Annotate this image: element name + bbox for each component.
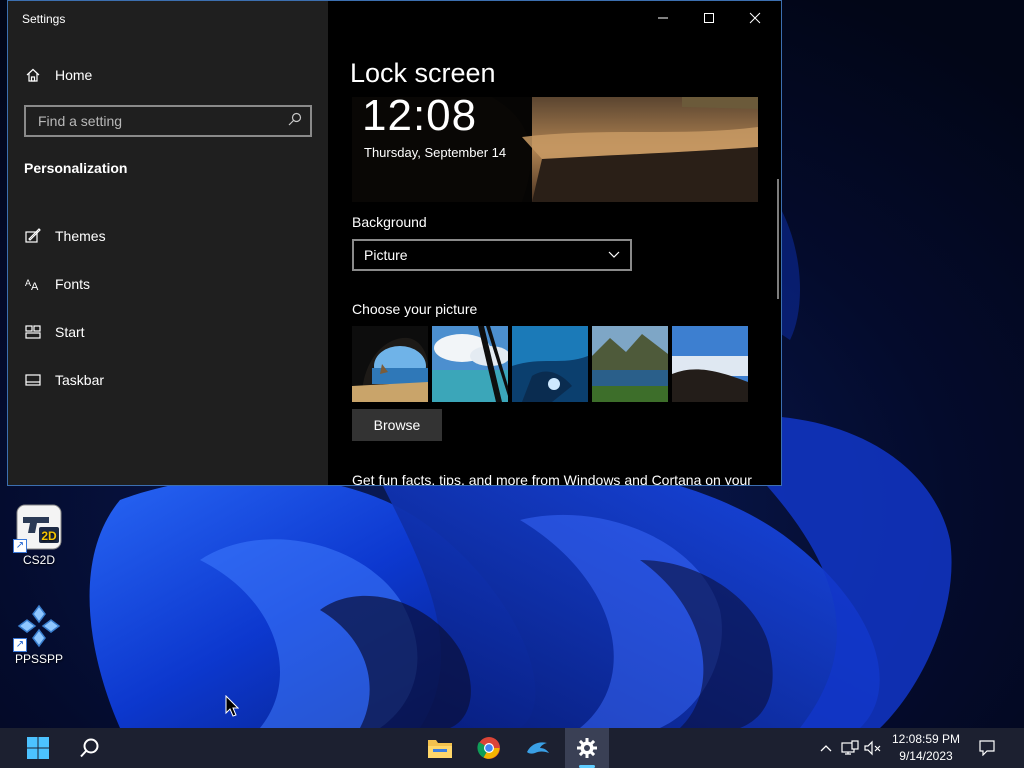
home-icon xyxy=(24,66,42,84)
taskbar-icon xyxy=(24,371,42,389)
nav-home-label: Home xyxy=(55,67,93,83)
shortcut-arrow-icon: ↗ xyxy=(13,539,27,553)
notifications-button[interactable] xyxy=(977,738,997,758)
maximize-button[interactable] xyxy=(686,1,732,35)
network-icon xyxy=(841,740,859,755)
taskbar: 12:08:59 PM 9/14/2023 xyxy=(0,728,1024,768)
search-button[interactable] xyxy=(68,728,112,768)
window-title: Settings xyxy=(22,12,66,26)
minimize-button[interactable] xyxy=(640,1,686,35)
lock-screen-preview: 12:08 Thursday, September 14 xyxy=(352,97,758,202)
picture-thumbnail[interactable] xyxy=(432,326,508,402)
background-dropdown[interactable]: Picture xyxy=(352,239,632,271)
nav-item-themes[interactable]: Themes xyxy=(24,227,106,245)
dolphin-icon xyxy=(527,742,549,754)
chrome-icon xyxy=(477,737,500,759)
file-explorer-button[interactable] xyxy=(418,728,462,768)
clock[interactable]: 12:08:59 PM 9/14/2023 xyxy=(880,731,972,765)
settings-window: Settings Home Personalization xyxy=(7,0,782,486)
page-title: Lock screen xyxy=(350,58,496,88)
close-button[interactable] xyxy=(732,1,778,35)
nav-item-start[interactable]: Start xyxy=(24,323,85,341)
clock-time: 12:08:59 PM xyxy=(891,732,961,746)
section-heading: Personalization xyxy=(24,160,128,176)
chrome-button[interactable] xyxy=(467,728,511,768)
minimize-icon xyxy=(658,17,668,19)
network-button[interactable] xyxy=(840,738,860,758)
svg-text:2D: 2D xyxy=(41,529,57,543)
themes-icon xyxy=(24,227,42,245)
background-dropdown-value: Picture xyxy=(364,247,408,263)
browse-button[interactable]: Browse xyxy=(352,409,442,441)
picture-thumbnail[interactable] xyxy=(512,326,588,402)
nav-item-fonts[interactable]: A A Fonts xyxy=(24,275,90,293)
dolphin-button[interactable] xyxy=(516,728,560,768)
fonts-icon: A A xyxy=(24,275,42,293)
fun-facts-text: Get fun facts, tips, and more from Windo… xyxy=(352,472,752,486)
desktop-icon-ppsspp[interactable]: ↗ PPSSPP xyxy=(3,602,75,666)
search-icon xyxy=(80,738,99,758)
desktop-icon-cs2d[interactable]: 2D ↗ CS2D xyxy=(3,503,75,567)
settings-content: Lock screen 12:08 Thursday, September 14… xyxy=(328,1,781,485)
cs2d-icon: 2D ↗ xyxy=(13,503,63,553)
gear-icon xyxy=(577,738,597,758)
nav-item-label: Taskbar xyxy=(55,372,105,388)
preview-time: 12:08 xyxy=(362,97,478,140)
search-box[interactable] xyxy=(24,105,312,137)
scrollbar[interactable] xyxy=(777,179,779,299)
close-icon xyxy=(749,12,761,24)
nav-home[interactable]: Home xyxy=(24,66,92,84)
chevron-down-icon xyxy=(608,251,620,258)
background-label: Background xyxy=(352,214,427,230)
start-button[interactable] xyxy=(16,728,60,768)
notification-icon xyxy=(979,740,995,756)
show-hidden-icons-button[interactable] xyxy=(816,738,836,758)
desktop-icon-label: PPSSPP xyxy=(14,652,64,666)
choose-picture-label: Choose your picture xyxy=(352,301,478,317)
windows-logo-icon xyxy=(27,737,49,759)
mouse-cursor-icon xyxy=(225,695,239,717)
folder-icon xyxy=(428,740,452,758)
settings-sidebar: Settings Home Personalization xyxy=(8,1,328,485)
ppsspp-icon: ↗ xyxy=(13,602,63,652)
maximize-icon xyxy=(704,13,714,23)
nav-item-label: Fonts xyxy=(55,276,91,292)
nav-item-taskbar[interactable]: Taskbar xyxy=(24,371,104,389)
picture-thumbnail[interactable] xyxy=(592,326,668,402)
svg-text:A: A xyxy=(31,281,39,292)
nav-item-label: Start xyxy=(55,324,85,340)
shortcut-arrow-icon: ↗ xyxy=(13,638,27,652)
chevron-up-icon xyxy=(820,745,832,752)
desktop-icon-label: CS2D xyxy=(22,553,55,567)
settings-taskbar-button[interactable] xyxy=(565,728,609,768)
picture-thumbnail[interactable] xyxy=(672,326,748,402)
clock-date: 9/14/2023 xyxy=(899,749,953,763)
picture-thumbnail[interactable] xyxy=(352,326,428,402)
start-icon xyxy=(24,323,42,341)
preview-date: Thursday, September 14 xyxy=(364,145,507,160)
search-icon xyxy=(288,112,302,131)
search-input[interactable] xyxy=(36,112,288,130)
nav-item-label: Themes xyxy=(55,228,106,244)
